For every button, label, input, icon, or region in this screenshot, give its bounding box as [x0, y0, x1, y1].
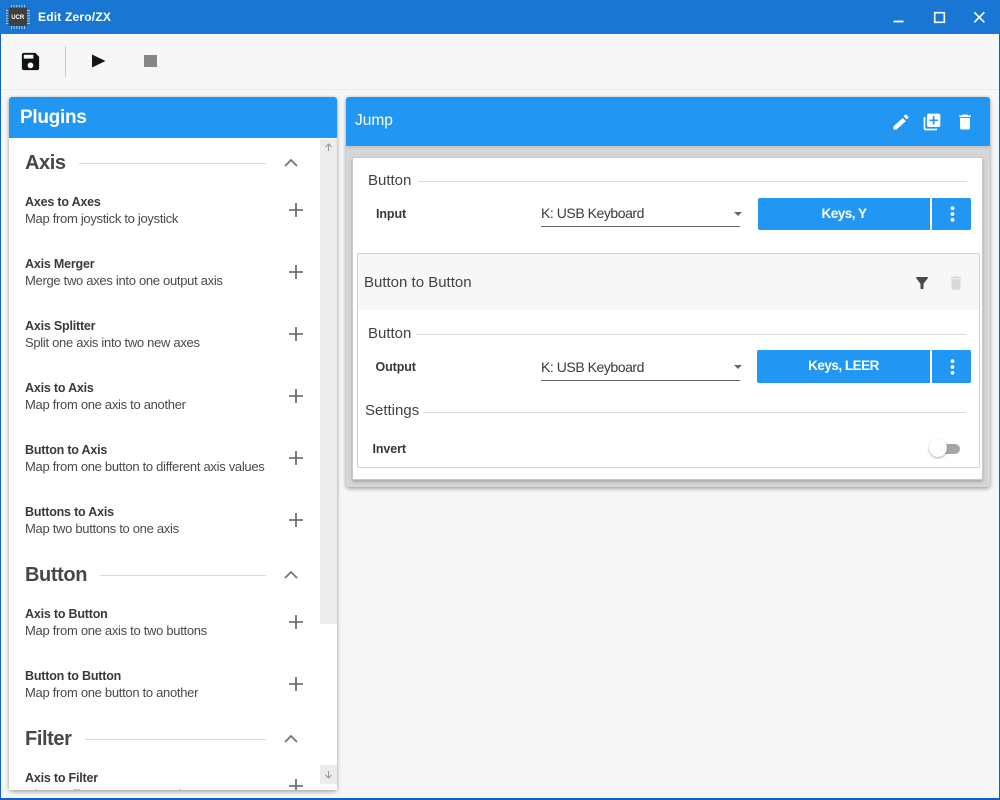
svg-text:UCR: UCR [11, 15, 25, 21]
